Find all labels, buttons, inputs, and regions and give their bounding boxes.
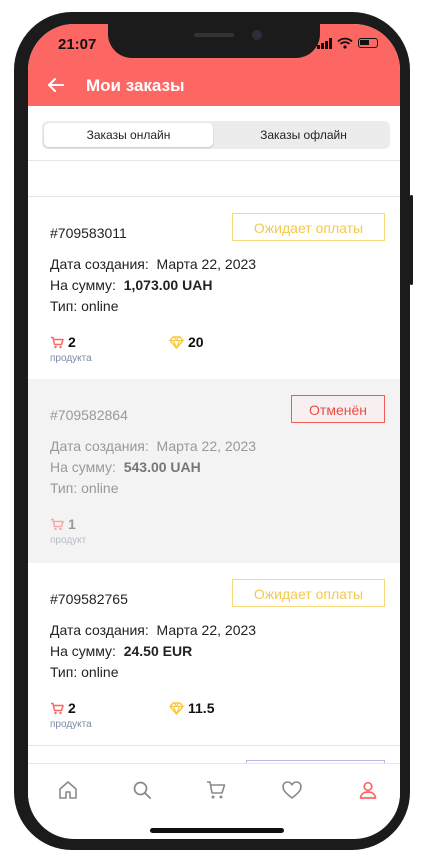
product-count-line: 2 — [50, 334, 76, 350]
tab-online-orders[interactable]: Заказы онлайн — [44, 123, 213, 147]
product-count-line: 2 — [50, 700, 76, 716]
profile-icon[interactable] — [356, 778, 380, 802]
order-card[interactable]: #709582864 Отменён Дата создания: Марта … — [28, 379, 400, 563]
order-number: #709583011 — [50, 225, 127, 241]
divider — [28, 745, 400, 746]
product-count: 2 — [68, 700, 76, 716]
power-button — [410, 195, 413, 285]
order-type: Тип: online — [50, 480, 119, 496]
bonus-points: 20 — [169, 334, 204, 350]
product-count-line: 1 — [50, 516, 76, 532]
bottom-nav — [28, 763, 400, 818]
product-label: продукта — [50, 719, 92, 730]
order-sum-line: На сумму: 24.50 EUR — [50, 643, 192, 659]
volume-down-button — [14, 240, 17, 295]
cart-icon — [51, 702, 64, 715]
created-value: Марта 22, 2023 — [156, 438, 257, 454]
order-created-line: Дата создания: Марта 22, 2023 — [50, 622, 256, 638]
orders-tab-switcher: Заказы онлайн Заказы офлайн — [42, 121, 390, 149]
home-icon[interactable] — [56, 778, 80, 802]
sum-label: На сумму: — [50, 277, 116, 293]
diamond-icon — [169, 336, 184, 349]
sum-value: 543.00 UAH — [123, 459, 201, 475]
sum-label: На сумму: — [50, 459, 116, 475]
back-arrow-icon[interactable] — [46, 75, 66, 95]
sum-value: 1,073.00 UAH — [123, 277, 213, 293]
product-label: продукта — [50, 353, 92, 364]
status-icons — [317, 37, 378, 49]
order-created-line: Дата создания: Марта 22, 2023 — [50, 256, 256, 272]
bonus-value: 11.5 — [188, 700, 215, 716]
order-created-line: Дата создания: Марта 22, 2023 — [50, 438, 256, 454]
home-indicator — [150, 828, 284, 833]
notch — [108, 24, 320, 58]
order-card[interactable]: #709583011 Ожидает оплаты Дата создания:… — [28, 197, 400, 379]
battery-icon — [358, 38, 378, 48]
product-count: 2 — [68, 334, 76, 350]
status-time: 21:07 — [58, 36, 97, 53]
order-number: #709582765 — [50, 591, 128, 607]
page-title: Мои заказы — [86, 76, 185, 95]
status-bar: 21:07 — [28, 24, 400, 68]
status-badge[interactable]: Ожидает оплаты — [232, 579, 385, 607]
product-label: продукт — [50, 535, 87, 546]
sum-value: 24.50 EUR — [123, 643, 193, 659]
cart-icon — [51, 518, 64, 531]
speaker — [194, 33, 234, 37]
app-screen: 21:07 Мои заказы Заказы онлайн Заказы оф… — [28, 24, 400, 839]
order-type: Тип: online — [50, 298, 119, 314]
order-card[interactable]: #709582765 Ожидает оплаты Дата создания:… — [28, 563, 400, 745]
search-icon[interactable] — [130, 778, 154, 802]
wifi-icon — [337, 37, 353, 49]
diamond-icon — [169, 702, 184, 715]
created-value: Марта 22, 2023 — [156, 256, 257, 272]
created-label: Дата создания: — [50, 622, 149, 638]
divider — [28, 160, 400, 161]
order-sum-line: На сумму: 543.00 UAH — [50, 459, 201, 475]
cart-icon — [51, 336, 64, 349]
created-label: Дата создания: — [50, 438, 149, 454]
app-bar: Мои заказы — [28, 68, 400, 106]
front-camera — [252, 30, 262, 40]
status-badge[interactable]: Ожидает оплаты — [232, 213, 385, 241]
mute-switch — [14, 117, 17, 147]
heart-icon[interactable] — [280, 778, 304, 802]
tab-offline-orders[interactable]: Заказы офлайн — [219, 123, 388, 147]
signal-icon — [317, 37, 332, 49]
status-badge[interactable]: Отменён — [291, 395, 385, 423]
bonus-value: 20 — [188, 334, 204, 350]
created-value: Марта 22, 2023 — [156, 622, 257, 638]
order-number: #709582864 — [50, 407, 128, 423]
volume-up-button — [14, 170, 17, 225]
cart-icon[interactable] — [204, 778, 228, 802]
created-label: Дата создания: — [50, 256, 149, 272]
bonus-points: 11.5 — [169, 700, 214, 716]
product-count: 1 — [68, 516, 76, 532]
order-sum-line: На сумму: 1,073.00 UAH — [50, 277, 212, 293]
sum-label: На сумму: — [50, 643, 116, 659]
order-type: Тип: online — [50, 664, 119, 680]
